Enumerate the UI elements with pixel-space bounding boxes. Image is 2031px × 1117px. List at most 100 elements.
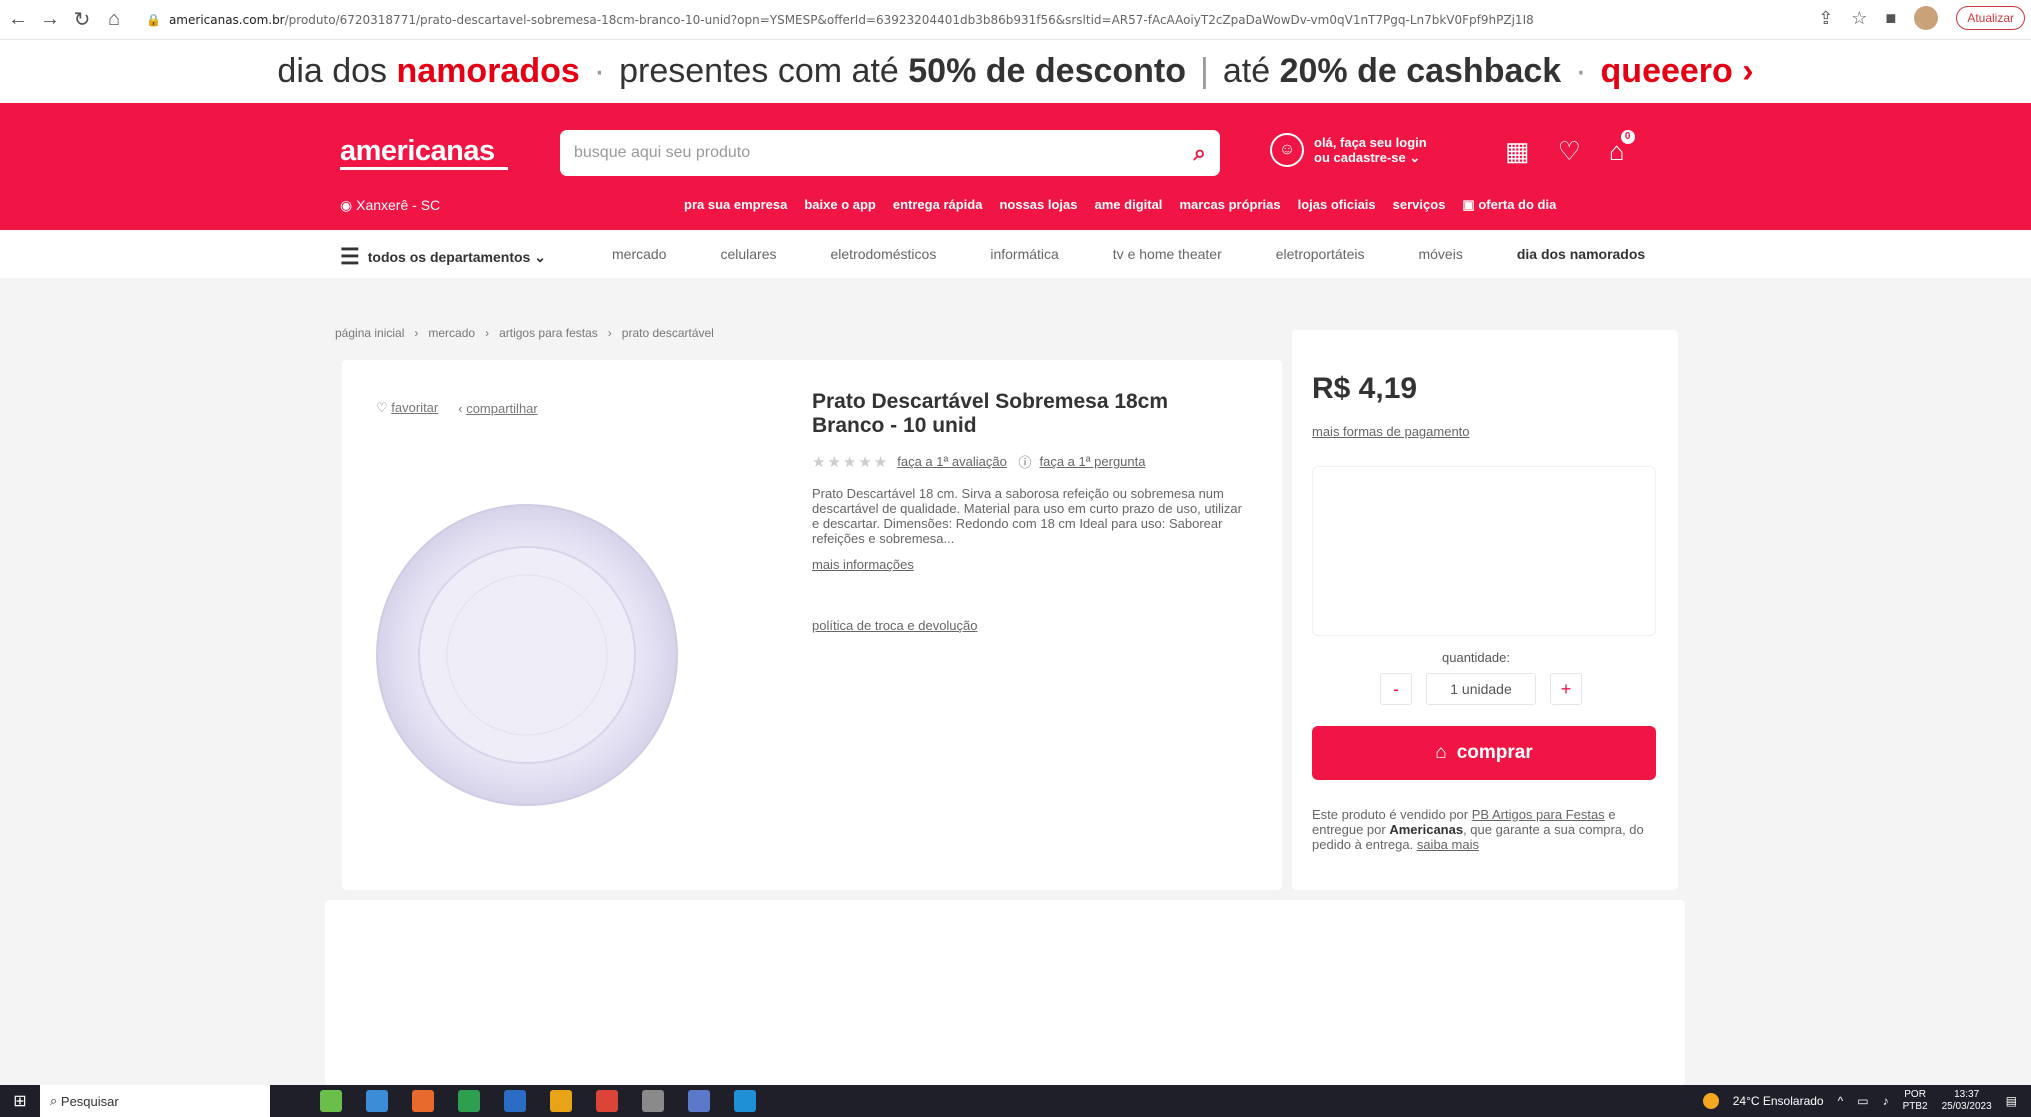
breadcrumb-item[interactable]: prato descartável [622,326,714,340]
login-line-2: ou cadastre-se ⌄ [1314,150,1421,165]
product-description: Prato Descartável 18 cm. Sirva a saboros… [812,486,1242,546]
learn-more-link[interactable]: saiba mais [1417,837,1479,852]
sub-link-entrega[interactable]: entrega rápida [893,197,983,213]
dept-namorados[interactable]: dia dos namorados [1517,246,1645,262]
promo-cta[interactable]: queeero › [1601,52,1754,91]
system-clock[interactable]: 13:37 25/03/2023 [1942,1089,1992,1113]
network-icon[interactable]: ▭ [1857,1094,1868,1108]
firefox-icon[interactable] [412,1090,434,1112]
promo-banner[interactable]: dia dos namorados · presentes com até 50… [0,40,2031,103]
payment-forms-link[interactable]: mais formas de pagamento [1312,424,1470,439]
favorite-link[interactable]: ♡ favoritar [376,400,438,416]
weather-sun-icon [1702,1093,1719,1109]
product-price: R$ 4,19 [1312,372,1418,405]
file-explorer-icon[interactable] [550,1090,572,1112]
favorite-label: favoritar [391,400,439,415]
tray-chevron-icon[interactable]: ^ [1838,1094,1844,1108]
product-image[interactable] [372,450,682,860]
increase-quantity-button[interactable]: + [1550,673,1582,705]
chevron-down-icon: ⌄ [530,248,546,265]
content-section-placeholder [325,900,1685,1085]
cart-icon[interactable]: ⌂ 0 [1609,130,1635,167]
word-icon[interactable] [504,1090,526,1112]
dept-celulares[interactable]: celulares [720,246,776,262]
more-info-link[interactable]: mais informações [812,557,914,572]
return-policy-link[interactable]: política de troca e devolução [812,618,978,633]
sub-link-ame[interactable]: ame digital [1095,197,1163,213]
edge-icon[interactable] [734,1090,756,1112]
language-indicator[interactable]: POR PTB2 [1903,1089,1928,1113]
weather-text[interactable]: 24°C Ensolarado [1733,1094,1824,1108]
promo-text-3-bold: 20% de cashback [1279,52,1562,90]
dept-moveis[interactable]: móveis [1418,246,1462,262]
profile-avatar[interactable] [1914,6,1939,30]
seller-link[interactable]: PB Artigos para Festas [1472,807,1605,822]
dept-eletrodomesticos[interactable]: eletrodomésticos [831,246,937,262]
windows-taskbar: ⊞ ⌕ Pesquisar 24°C Ensolarado ^ ▭ ♪ POR … [0,1085,2031,1117]
share-page-icon[interactable]: ⇪ [1818,8,1833,29]
site-logo[interactable]: americanas [340,135,508,170]
store-icon[interactable]: ▦ [1505,136,1530,167]
share-link[interactable]: ‹ compartilhar [458,401,537,416]
reload-icon[interactable]: ↻ [68,6,96,34]
search-icon[interactable]: ⌕ [1194,140,1206,166]
buy-button[interactable]: ⌂ comprar [1312,726,1656,780]
login-area[interactable]: ☺ olá, faça seu login ou cadastre-se ⌄ [1270,133,1427,167]
address-bar[interactable]: 🔒 americanas.com.br /produto/6720318771/… [146,13,1726,27]
volume-icon[interactable]: ♪ [1883,1094,1889,1108]
sub-link-oferta[interactable]: ▣ oferta do dia [1462,197,1556,213]
sub-link-oficiais[interactable]: lojas oficiais [1298,197,1376,213]
breadcrumb-item[interactable]: mercado [428,326,475,340]
quantity-value[interactable]: 1 unidade [1426,673,1536,705]
basket-icon: ⌂ [1435,742,1447,763]
ask-link[interactable]: faça a 1ª pergunta [1039,454,1145,469]
rating-row: ★★★★★ faça a 1ª avaliação ⓘ faça a 1ª pe… [812,452,1145,471]
forward-icon[interactable]: → [36,6,64,34]
share-label: compartilhar [466,400,538,416]
sub-link-app[interactable]: baixe o app [804,197,876,213]
notification-icon[interactable]: ▤ [2006,1094,2017,1108]
task-view-icon[interactable] [366,1090,388,1112]
sub-link-marcas[interactable]: marcas próprias [1179,197,1280,213]
taskbar-search[interactable]: ⌕ Pesquisar [40,1085,270,1117]
sub-link-lojas[interactable]: nossas lojas [999,197,1077,213]
back-icon[interactable]: ← [4,6,32,34]
tab-square-icon[interactable]: ■ [1885,8,1896,29]
promo-divider: | [1200,52,1209,90]
dept-eletroportateis[interactable]: eletroportáteis [1276,246,1365,262]
buy-box: R$ 4,19 mais formas de pagamento quantid… [1292,330,1678,890]
payment-panel [1312,466,1656,636]
paint-icon[interactable] [642,1090,664,1112]
user-icon: ☺ [1270,133,1304,167]
dept-informatica[interactable]: informática [990,246,1058,262]
all-departments-label: todos os departamentos [367,249,531,265]
seller-pre: Este produto é vendido por [1312,807,1469,822]
hamburger-icon: ☰ [340,244,360,269]
sub-link-empresa[interactable]: pra sua empresa [684,197,787,213]
dept-tv[interactable]: tv e home theater [1113,246,1222,262]
decrease-quantity-button[interactable]: - [1380,673,1412,705]
home-icon[interactable]: ⌂ [100,6,128,34]
app-icon[interactable] [688,1090,710,1112]
language-line-1: POR [1904,1089,1926,1100]
dept-mercado[interactable]: mercado [612,246,666,262]
heart-icon[interactable]: ♡ [1558,136,1581,167]
cart-count-badge: 0 [1620,130,1635,144]
chrome-icon[interactable] [596,1090,618,1112]
breadcrumb-item[interactable]: página inicial [335,326,404,340]
bookmark-star-icon[interactable]: ☆ [1851,8,1867,29]
update-browser-button[interactable]: Atualizar [1956,6,2025,30]
excel-icon[interactable] [458,1090,480,1112]
windows-start-icon[interactable]: ⊞ [0,1091,40,1111]
sub-link-servicos[interactable]: serviços [1393,197,1446,213]
promo-text-1-bold: namorados [396,52,580,90]
search-input[interactable]: busque aqui seu produto [574,144,1194,162]
promo-separator-dot-2: · [1575,52,1587,90]
location-selector[interactable]: ◉ Xanxerê - SC [340,197,440,214]
department-nav: ☰ todos os departamentos ⌄ mercado celul… [0,230,2031,278]
breadcrumb-item[interactable]: artigos para festas [499,326,598,340]
search-bar[interactable]: busque aqui seu produto ⌕ [560,130,1220,176]
rate-link[interactable]: faça a 1ª avaliação [897,454,1007,469]
widgets-icon[interactable] [320,1090,342,1112]
all-departments-menu[interactable]: ☰ todos os departamentos ⌄ [340,244,546,270]
